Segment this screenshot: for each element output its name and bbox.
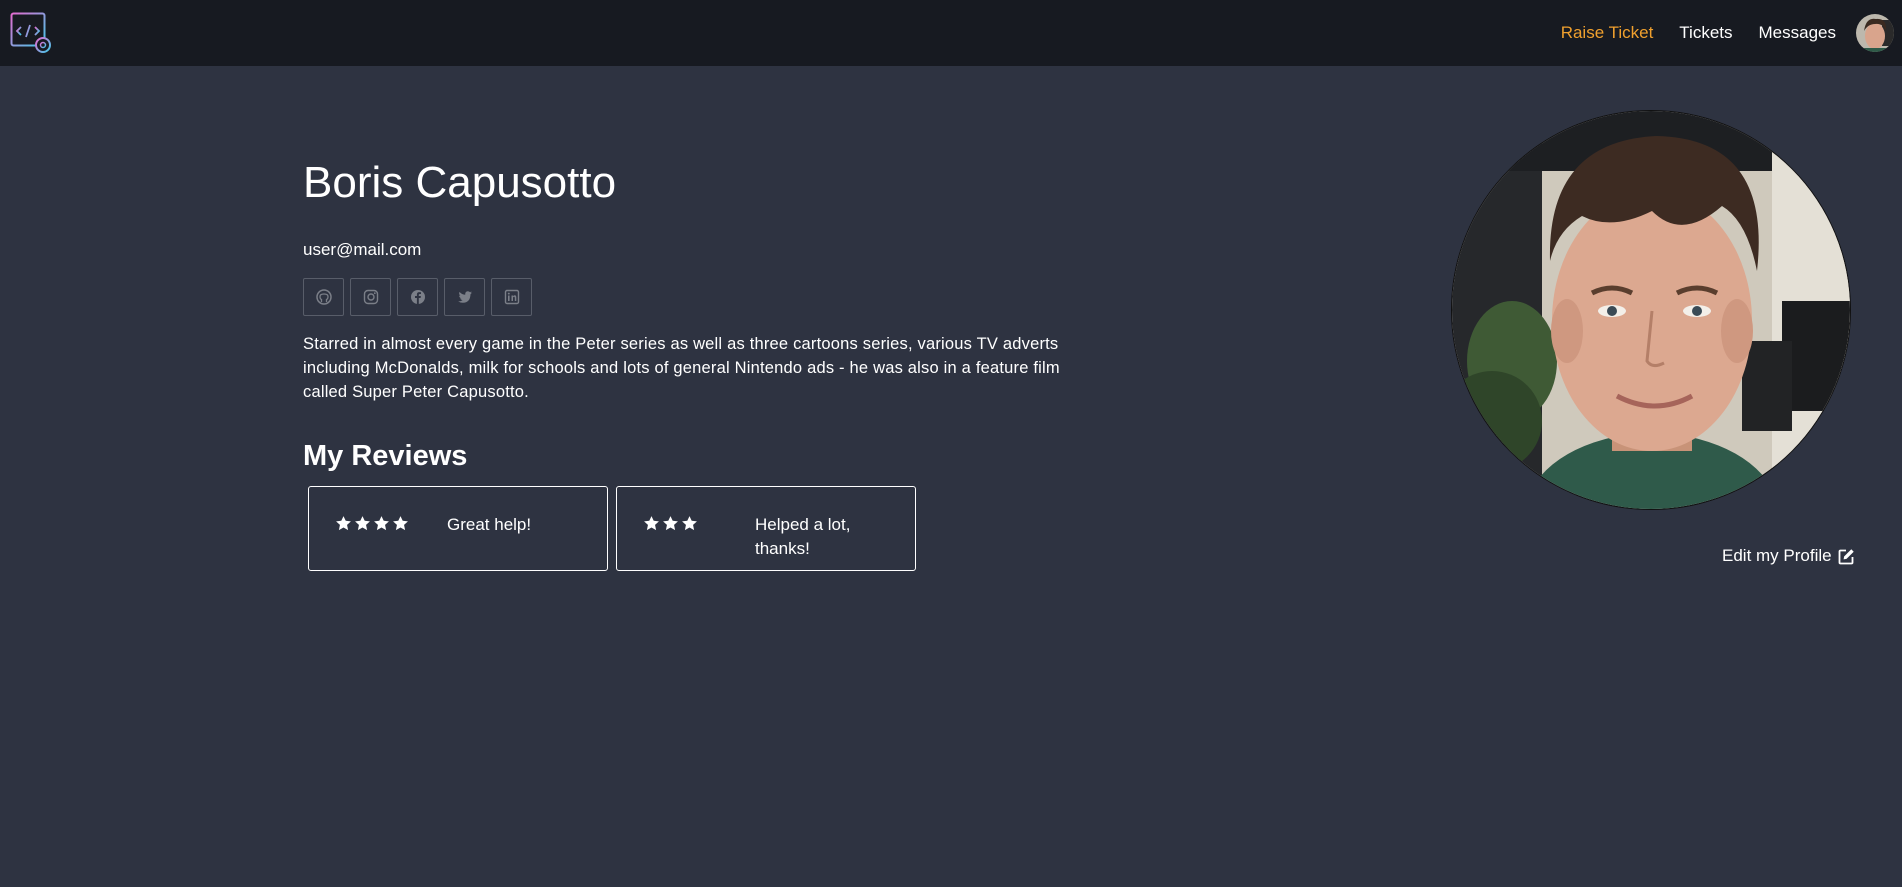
facebook-icon [410,290,425,304]
review-card: Great help! [308,486,608,571]
github-button[interactable] [303,278,344,316]
edit-profile-label: Edit my Profile [1722,546,1832,565]
instagram-icon [363,289,378,305]
profile-name: Boris Capusotto [303,158,617,207]
app-logo-icon[interactable] [10,12,52,54]
linkedin-button[interactable] [491,278,532,316]
reviews-list: Great help! Helped a lot, thanks! [308,486,916,571]
github-icon [315,289,332,305]
nav-links: Raise Ticket Tickets Messages [1561,0,1836,66]
review-card: Helped a lot, thanks! [616,486,916,571]
star-icon [355,516,370,531]
edit-profile-link[interactable]: Edit my Profile [1722,546,1855,566]
star-icon [663,516,678,531]
user-avatar[interactable] [1856,14,1894,52]
edit-icon [1838,548,1854,564]
linkedin-icon [504,289,519,305]
star-icon [336,516,351,531]
instagram-button[interactable] [350,278,391,316]
review-text: Great help! [447,515,532,534]
reviews-heading: My Reviews [303,440,468,472]
nav-tickets[interactable]: Tickets [1679,23,1732,43]
top-navbar: Raise Ticket Tickets Messages [0,0,1902,66]
facebook-button[interactable] [397,278,438,316]
profile-email: user@mail.com [303,240,422,259]
review-text: Helped a lot, thanks! [755,515,851,558]
star-icon [393,516,408,531]
profile-bio: Starred in almost every game in the Pete… [303,335,1060,401]
social-links [303,278,532,316]
star-icon [644,516,659,531]
star-icon [374,516,389,531]
star-icon [682,516,697,531]
twitter-icon [457,291,472,303]
star-rating [335,513,447,532]
profile-photo [1451,110,1851,510]
twitter-button[interactable] [444,278,485,316]
star-rating [643,513,755,532]
nav-messages[interactable]: Messages [1759,23,1836,43]
nav-raise-ticket[interactable]: Raise Ticket [1561,23,1654,43]
